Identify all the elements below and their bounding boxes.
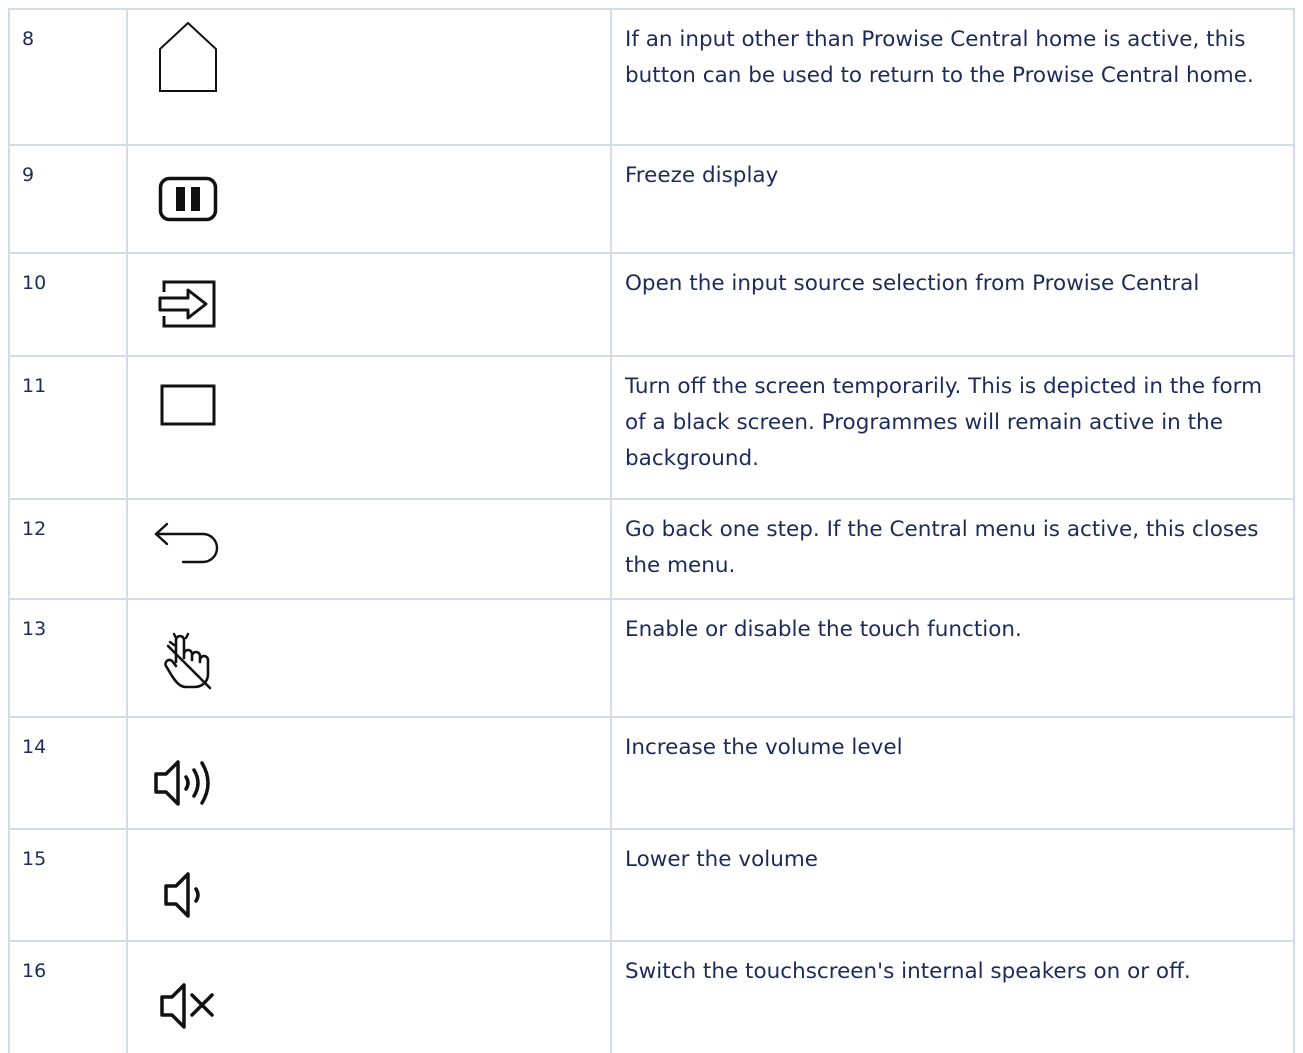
table-row: 8 If an input other than Prowise Central…: [8, 8, 1295, 144]
volume-up-icon: [145, 758, 231, 808]
button-number: 12: [22, 518, 47, 540]
table-row: 16 Switch the touchscreen's internal spe…: [8, 940, 1295, 1053]
button-description: Freeze display: [625, 163, 779, 188]
button-description: Switch the touchscreen's internal speake…: [625, 959, 1191, 984]
volume-down-icon: [145, 870, 231, 920]
button-description: Open the input source selection from Pro…: [625, 271, 1200, 296]
button-description: Lower the volume: [625, 847, 819, 872]
pause-icon: [145, 176, 231, 222]
back-arrow-icon: [145, 520, 231, 564]
button-number: 13: [22, 618, 47, 640]
button-number: 8: [22, 28, 35, 50]
button-description: Enable or disable the touch function.: [625, 617, 1022, 642]
home-icon: [145, 21, 231, 93]
button-number: 15: [22, 848, 47, 870]
table-row: 14 Increase the volume level: [8, 716, 1295, 828]
table-row: 9 Freeze display: [8, 144, 1295, 252]
blank-screen-icon: [145, 384, 231, 426]
remote-buttons-table: 8 If an input other than Prowise Central…: [8, 8, 1295, 1053]
button-description: If an input other than Prowise Central h…: [625, 27, 1254, 88]
table-row: 12 Go back one step. If the Central menu…: [8, 498, 1295, 598]
button-description: Turn off the screen temporarily. This is…: [625, 374, 1263, 471]
table-row: 13 Enable or disable the touch function.: [8, 598, 1295, 716]
table-row: 11 Turn off the screen temporarily. This…: [8, 355, 1295, 498]
button-number: 10: [22, 272, 47, 294]
touch-disabled-icon: [145, 632, 231, 690]
button-number: 9: [22, 164, 35, 186]
button-description: Go back one step. If the Central menu is…: [625, 517, 1259, 578]
table-row: 15 Lower the volume: [8, 828, 1295, 940]
button-description: Increase the volume level: [625, 735, 903, 760]
button-number: 16: [22, 960, 47, 982]
input-source-icon: [145, 278, 231, 330]
mute-icon: [145, 981, 231, 1031]
button-number: 11: [22, 375, 47, 397]
button-number: 14: [22, 736, 47, 758]
table-row: 10 Open the input source selection from …: [8, 252, 1295, 355]
